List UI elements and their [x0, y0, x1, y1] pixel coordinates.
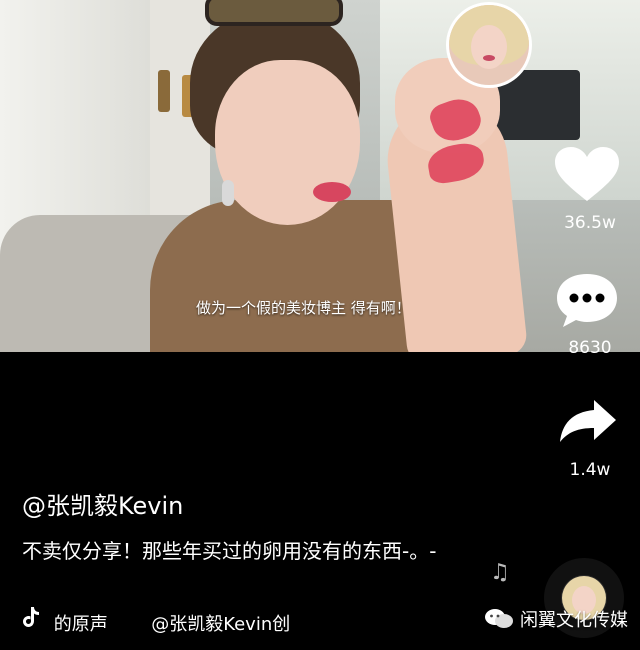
author-username[interactable]: @张凯毅Kevin: [22, 486, 183, 521]
shelf-bottle: [158, 70, 170, 112]
share-count: 1.4w: [569, 460, 611, 480]
video-subtitle: 做为一个假的美妆博主 得有啊！: [196, 299, 411, 317]
creator-avatar[interactable]: [446, 2, 532, 88]
video-frame[interactable]: 做为一个假的美妆博主 得有啊！: [0, 0, 640, 352]
comment-icon[interactable]: [553, 270, 621, 330]
avatar-face: [471, 25, 507, 69]
heart-icon[interactable]: [553, 145, 621, 203]
music-prefix: 的原声: [53, 614, 108, 635]
watermark-text: 闲翼文化传媒: [520, 610, 628, 631]
tiktok-note-icon: [23, 607, 39, 627]
earring: [222, 180, 234, 206]
music-note-icon: ♫: [490, 560, 510, 585]
wechat-icon: [485, 609, 513, 628]
post-caption: 不卖仅分享！那些年买过的卵用没有的东西-。-: [22, 539, 437, 563]
avatar-lips: [483, 55, 495, 61]
like-count: 36.5w: [564, 213, 616, 233]
music-author: @张凯毅Kevin创: [151, 614, 291, 635]
music-row[interactable]: 的原声 @张凯毅Kevin创: [22, 606, 290, 636]
comment-count: 8630: [568, 338, 612, 358]
person-lips: [313, 182, 351, 202]
sunglasses: [205, 0, 343, 26]
share-icon[interactable]: [558, 398, 618, 444]
watermark: 闲翼文化传媒: [484, 606, 628, 632]
